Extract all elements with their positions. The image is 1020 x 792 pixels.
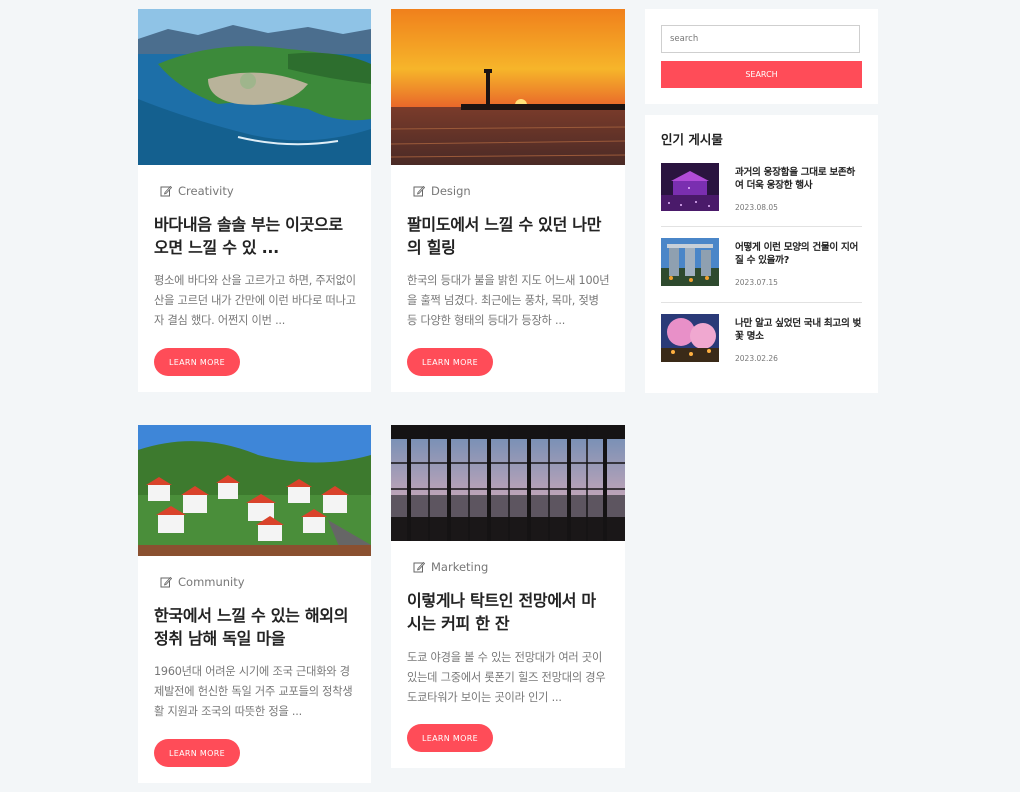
post-excerpt: 도쿄 야경을 볼 수 있는 전망대가 여러 곳이 있는데 그중에서 롯폰기 힐즈… [407, 651, 606, 704]
popular-post-item[interactable]: 과거의 웅장함을 그대로 보존하여 더욱 웅장한 행사 2023.08.05 [661, 163, 862, 227]
post-category[interactable]: Creativity [160, 184, 234, 198]
divider [661, 226, 862, 227]
edit-icon [413, 185, 425, 197]
search-widget: SEARCH [645, 9, 878, 104]
search-button[interactable]: SEARCH [661, 61, 862, 88]
popular-posts-widget: 인기 게시물 과거의 웅장함을 그대로 보존하여 더욱 웅장한 행사 2023.… [645, 115, 878, 393]
post-category[interactable]: Marketing [413, 560, 488, 574]
german-village-image[interactable] [138, 425, 371, 556]
edit-icon [413, 561, 425, 573]
search-input[interactable] [661, 25, 860, 53]
post-card: Marketing 이렇게나 탁트인 전망에서 마시는 커피 한 잔 도쿄 야경… [391, 425, 625, 768]
popular-post-title[interactable]: 과거의 웅장함을 그대로 보존하여 더욱 웅장한 행사 [735, 166, 863, 192]
post-excerpt: 1960년대 어려운 시기에 조국 근대화와 경제발전에 헌신한 독일 거주 교… [154, 665, 353, 718]
observatory-view-image[interactable] [391, 425, 625, 541]
edit-icon [160, 185, 172, 197]
learn-more-button[interactable]: LEARN MORE [407, 724, 493, 752]
category-label: Marketing [431, 560, 489, 574]
post-excerpt: 평소에 바다와 산을 고르가고 하면, 주저없이 산을 고르던 내가 간만에 이… [154, 274, 356, 327]
post-title[interactable]: 이렇게나 탁트인 전망에서 마시는 커피 한 잔 [407, 589, 609, 635]
popular-post-date: 2023.07.15 [735, 278, 778, 287]
learn-more-button[interactable]: LEARN MORE [154, 348, 240, 376]
coastal-town-image[interactable] [138, 9, 371, 165]
popular-post-title[interactable]: 어떻게 이런 모양의 건물이 지어질 수 있을까? [735, 241, 863, 267]
post-card: Community 한국에서 느낄 수 있는 해외의 정취 남해 독일 마을 1… [138, 425, 371, 783]
popular-post-item[interactable]: 나만 알고 싶었던 국내 최고의 벚꽃 명소 2023.02.26 [661, 314, 862, 378]
popular-post-date: 2023.08.05 [735, 203, 778, 212]
category-label: Creativity [178, 184, 234, 198]
popular-post-thumbnail[interactable] [661, 238, 719, 286]
learn-more-button[interactable]: LEARN MORE [154, 739, 240, 767]
post-title[interactable]: 한국에서 느낄 수 있는 해외의 정취 남해 독일 마을 [154, 604, 355, 650]
popular-post-date: 2023.02.26 [735, 354, 778, 363]
popular-post-thumbnail[interactable] [661, 163, 719, 211]
post-title[interactable]: 팔미도에서 느낄 수 있던 나만의 힐링 [407, 213, 609, 259]
post-excerpt: 한국의 등대가 불을 밝힌 지도 어느새 100년을 훌쩍 넘겼다. 최근에는 … [407, 274, 610, 327]
category-label: Design [431, 184, 471, 198]
post-category[interactable]: Community [160, 575, 245, 589]
post-card: Design 팔미도에서 느낄 수 있던 나만의 힐링 한국의 등대가 불을 밝… [391, 9, 625, 392]
divider [661, 302, 862, 303]
popular-post-title[interactable]: 나만 알고 싶었던 국내 최고의 벚꽃 명소 [735, 317, 863, 343]
edit-icon [160, 576, 172, 588]
post-title[interactable]: 바다내음 솔솔 부는 이곳으로 오면 느낄 수 있 ... [154, 213, 355, 259]
category-label: Community [178, 575, 245, 589]
popular-posts-heading: 인기 게시물 [661, 132, 723, 147]
learn-more-button[interactable]: LEARN MORE [407, 348, 493, 376]
post-card: Creativity 바다내음 솔솔 부는 이곳으로 오면 느낄 수 있 ...… [138, 9, 371, 392]
popular-post-item[interactable]: 어떻게 이런 모양의 건물이 지어질 수 있을까? 2023.07.15 [661, 238, 862, 302]
post-category[interactable]: Design [413, 184, 471, 198]
popular-post-thumbnail[interactable] [661, 314, 719, 362]
lighthouse-sunset-image[interactable] [391, 9, 625, 165]
